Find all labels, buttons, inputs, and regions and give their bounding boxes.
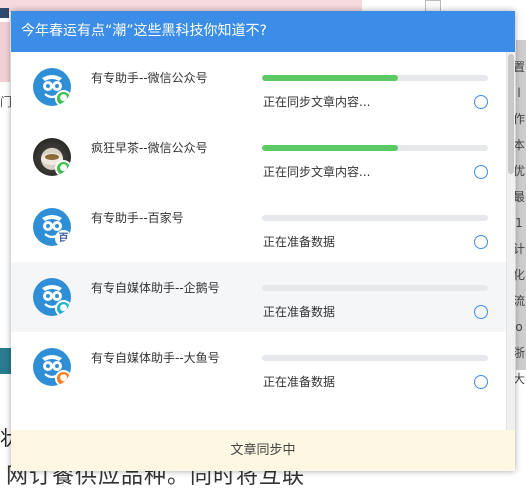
account-row[interactable]: ● 有专自媒体助手--企鹅号正在准备数据 [11, 262, 506, 332]
status-circle-icon[interactable] [474, 375, 488, 389]
dayu-icon: ● [55, 370, 71, 386]
account-name: 疯狂早茶--微信公众号 [91, 141, 208, 155]
account-list[interactable]: ● 有专助手--微信公众号 正在同步文章内容... ● 疯狂早茶--微信公众号 正在同步文… [11, 52, 506, 430]
account-row[interactable]: ● 疯狂早茶--微信公众号正在同步文章内容... [11, 122, 506, 192]
penguin-icon: ● [55, 300, 71, 316]
sync-progress-bar [262, 215, 488, 221]
status-circle-icon[interactable] [474, 95, 488, 109]
robot-logo-icon: 百 [33, 208, 71, 246]
account-row[interactable]: 百 有专助手--百家号正在准备数据 [11, 192, 506, 262]
robot-logo-icon: ● [33, 348, 71, 386]
account-name: 有专助手--微信公众号 [91, 71, 208, 85]
sync-progress-fill [262, 75, 398, 81]
status-circle-icon[interactable] [474, 305, 488, 319]
wechat-icon: ● [55, 160, 71, 176]
sync-progress-bar [262, 285, 488, 291]
robot-logo-icon: ● [33, 278, 71, 316]
account-name: 有专自媒体助手--企鹅号 [91, 281, 220, 295]
account-row[interactable]: ● 有专助手--微信公众号正在同步文章内容... [11, 52, 506, 122]
baijiahao-icon: 百 [55, 230, 71, 246]
dialog-scrollbar[interactable] [506, 52, 515, 430]
sync-status-text: 正在准备数据 [263, 235, 336, 249]
sync-status-footer: 文章同步中 [11, 430, 515, 471]
status-circle-icon[interactable] [474, 165, 488, 179]
account-name: 有专自媒体助手--大鱼号 [91, 351, 220, 365]
dialog-title: 今年春运有点“潮”这些黑科技你知道不? [11, 11, 515, 52]
sync-status-text: 正在准备数据 [263, 305, 336, 319]
sync-status-text: 正在同步文章内容... [263, 165, 371, 179]
account-row[interactable]: ● 有专自媒体助手--大鱼号正在准备数据 [11, 332, 506, 402]
background-block [0, 8, 9, 18]
sync-status-text: 正在同步文章内容... [263, 95, 371, 109]
sync-progress-fill [262, 145, 398, 151]
sync-progress-bar [262, 355, 488, 361]
sync-progress-bar [262, 75, 488, 81]
sync-status-text: 正在准备数据 [263, 375, 336, 389]
teacup-photo-icon: ● [33, 138, 71, 176]
account-name: 有专助手--百家号 [91, 211, 184, 225]
dialog-scrollbar-thumb[interactable] [508, 54, 514, 174]
robot-logo-icon: ● [33, 68, 71, 106]
sync-dialog: 今年春运有点“潮”这些黑科技你知道不? ● 有专助手--微信公众号正在同步文章内容… [11, 11, 515, 471]
wechat-icon: ● [55, 90, 71, 106]
background-image-strip [0, 22, 10, 82]
status-circle-icon[interactable] [474, 235, 488, 249]
sync-progress-bar [262, 145, 488, 151]
